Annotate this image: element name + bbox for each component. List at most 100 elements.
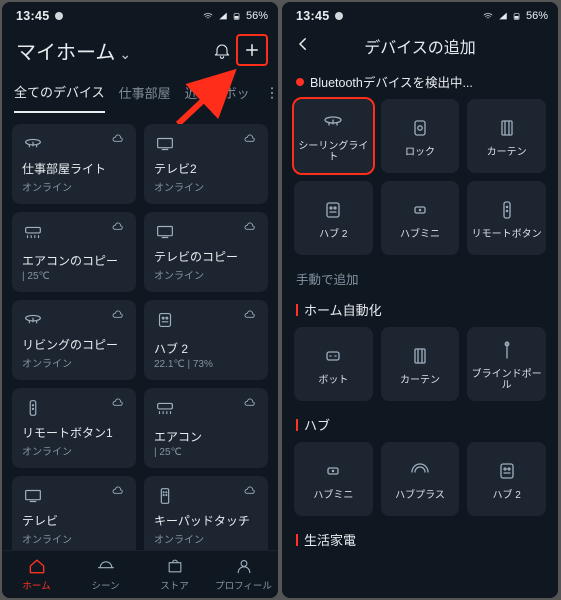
status-dot-icon — [335, 12, 343, 20]
tile-label: カーテン — [396, 375, 444, 386]
ac-icon — [22, 221, 44, 248]
battery-icon — [512, 10, 522, 22]
device-card[interactable]: キーパッドタッチ オンライン — [144, 476, 268, 550]
device-tile[interactable]: ハブ 2 — [467, 442, 546, 516]
device-status: オンライン — [22, 531, 126, 546]
device-status: オンライン — [154, 531, 258, 546]
curtain-icon — [495, 115, 519, 141]
status-icons: 56% — [482, 10, 548, 22]
nav-scene[interactable]: シーン — [71, 555, 140, 592]
device-name: ハブ 2 — [154, 343, 258, 357]
tile-label: ハブミニ — [396, 229, 444, 240]
device-status: オンライン — [154, 179, 258, 194]
page-title: デバイスの追加 — [318, 34, 522, 58]
tile-label: ハブミニ — [309, 490, 357, 501]
device-tile[interactable]: ロック — [381, 99, 460, 173]
nav-profile[interactable]: プロフィール — [209, 555, 278, 592]
device-card[interactable]: エアコン | 25℃ — [144, 388, 268, 468]
ac-icon — [154, 397, 176, 424]
scene-icon — [96, 556, 116, 576]
more-vert-icon — [264, 85, 278, 101]
cloud-icon — [242, 396, 258, 417]
device-tile[interactable]: シーリングライト — [294, 99, 373, 173]
bell-button[interactable] — [208, 36, 236, 64]
ceilinglight-icon — [321, 109, 345, 135]
cloud-icon — [242, 484, 258, 505]
tab-all-devices[interactable]: 全てのデバイス — [14, 76, 105, 113]
tile-label: ハブプラス — [391, 490, 449, 501]
device-tile[interactable]: ハブプラス — [381, 442, 460, 516]
device-name: テレビ2 — [154, 163, 258, 177]
nav-home[interactable]: ホーム — [2, 555, 71, 592]
device-status: オンライン — [22, 443, 126, 458]
add-device-button[interactable] — [236, 34, 268, 66]
bottom-nav: ホーム シーン ストア プロフィール — [2, 550, 278, 598]
cloud-icon — [110, 396, 126, 417]
status-time: 13:45 — [296, 9, 329, 23]
device-name: テレビのコピー — [154, 251, 258, 265]
hub-grid: ハブミニ ハブプラス ハブ 2 — [282, 442, 558, 516]
status-bar: 13:45 56% — [282, 2, 558, 28]
device-tile[interactable]: ハブミニ — [381, 181, 460, 255]
device-card[interactable]: エアコンのコピー | 25℃ — [12, 212, 136, 292]
device-name: 仕事部屋ライト — [22, 163, 126, 177]
cloud-icon — [242, 220, 258, 241]
home-title[interactable]: マイホーム⌄ — [16, 36, 131, 65]
cloud-icon — [110, 132, 126, 153]
device-tile[interactable]: ハブ 2 — [294, 181, 373, 255]
remote-icon — [22, 397, 44, 424]
add-device-main[interactable]: Bluetoothデバイスを検出中... シーリングライト ロック カーテン ハ… — [282, 68, 558, 598]
tv-icon — [154, 133, 176, 160]
status-time: 13:45 — [16, 9, 49, 23]
category-hub: ハブ — [282, 409, 558, 442]
hubmini-icon — [408, 197, 432, 223]
back-button[interactable] — [294, 35, 318, 58]
home-automation-grid: ボット カーテン ブラインドポール — [282, 327, 558, 401]
hubplus-icon — [408, 458, 432, 484]
device-card[interactable]: 仕事部屋ライト オンライン — [12, 124, 136, 204]
device-tile[interactable]: ブラインドポール — [467, 327, 546, 401]
chevron-down-icon: ⌄ — [119, 46, 131, 62]
signal-icon — [218, 10, 228, 22]
device-list[interactable]: 仕事部屋ライト オンライン テレビ2 オンライン エアコンのコピー | 25℃ … — [2, 114, 278, 550]
device-card[interactable]: テレビ2 オンライン — [144, 124, 268, 204]
tv-icon — [22, 485, 44, 512]
room-tabs: 全てのデバイス 仕事部屋 近くのボッ — [2, 76, 278, 114]
device-card[interactable]: テレビ オンライン — [12, 476, 136, 550]
tab-nearby[interactable]: 近くのボッ — [185, 77, 250, 112]
device-name: テレビ — [22, 515, 126, 529]
battery-text: 56% — [246, 10, 268, 22]
device-tile[interactable]: カーテン — [467, 99, 546, 173]
device-card[interactable]: ハブ 2 22.1℃ | 73% — [144, 300, 268, 380]
tile-label: リモートボタン — [468, 229, 546, 240]
device-name: キーパッドタッチ — [154, 515, 258, 529]
more-button[interactable] — [264, 85, 278, 104]
device-name: リモートボタン1 — [22, 427, 126, 441]
tab-room-1[interactable]: 仕事部屋 — [119, 77, 171, 112]
device-name: リビングのコピー — [22, 339, 126, 353]
cloud-icon — [110, 220, 126, 241]
plus-icon — [243, 41, 261, 59]
phone-right: 13:45 56% デバイスの追加 Bluetoothデバイスを検出中... シ… — [282, 2, 558, 598]
ceilinglight-icon — [22, 133, 44, 160]
device-card[interactable]: リビングのコピー オンライン — [12, 300, 136, 380]
device-card[interactable]: テレビのコピー オンライン — [144, 212, 268, 292]
hub2-icon — [154, 309, 176, 336]
device-tile[interactable]: リモートボタン — [467, 181, 546, 255]
ceilinglight-icon — [22, 309, 44, 336]
add-device-header: デバイスの追加 — [282, 28, 558, 68]
nav-store[interactable]: ストア — [140, 555, 209, 592]
device-name: エアコン — [154, 431, 258, 445]
hub2-icon — [321, 197, 345, 223]
blindpole-icon — [495, 337, 519, 363]
cloud-icon — [242, 308, 258, 329]
manual-section-label: 手動で追加 — [282, 255, 558, 294]
device-tile[interactable]: ボット — [294, 327, 373, 401]
device-card[interactable]: リモートボタン1 オンライン — [12, 388, 136, 468]
keypad-icon — [154, 485, 176, 512]
scan-status: Bluetoothデバイスを検出中... — [282, 68, 558, 99]
device-status: | 25℃ — [154, 447, 258, 458]
device-tile[interactable]: ハブミニ — [294, 442, 373, 516]
tv-icon — [154, 221, 176, 248]
device-tile[interactable]: カーテン — [381, 327, 460, 401]
